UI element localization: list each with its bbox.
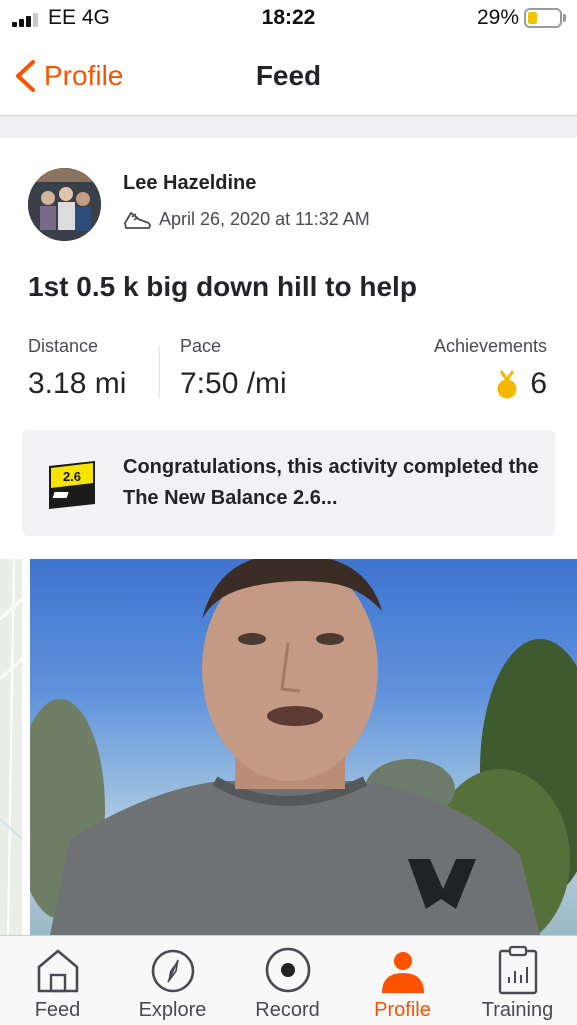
tab-explore-label: Explore: [138, 999, 207, 1021]
tab-feed[interactable]: Feed: [0, 936, 115, 1025]
achievement-banner[interactable]: 2.6 Congratulations, this activity compl…: [22, 430, 555, 536]
compass-icon: [151, 949, 194, 993]
medal-icon: [497, 370, 517, 399]
tab-record[interactable]: Record: [230, 936, 345, 1025]
tab-explore[interactable]: Explore: [115, 936, 230, 1025]
distance-label: Distance: [28, 336, 99, 356]
feed-separator: [0, 116, 577, 138]
map-roads: [0, 559, 22, 935]
training-icon: [498, 945, 537, 995]
tab-profile[interactable]: Profile: [345, 936, 460, 1025]
pace-value: 7:50 /mi: [180, 367, 287, 400]
distance-value: 3.18 mi: [28, 367, 127, 400]
status-bar: EE 4G 18:22 29%: [0, 0, 577, 40]
battery-level: [528, 12, 537, 24]
record-icon: [265, 947, 310, 993]
tab-record-label: Record: [255, 999, 320, 1021]
battery-icon: [524, 8, 562, 28]
challenge-badge-text: 2.6: [63, 469, 81, 484]
stat-divider: [159, 347, 160, 397]
activity-date: April 26, 2020 at 11:32 AM: [159, 209, 370, 229]
home-icon: [37, 949, 78, 993]
achievements-count: 6: [530, 367, 547, 400]
battery-nub: [563, 14, 566, 22]
battery-percent: 29%: [476, 6, 519, 29]
pace-label: Pace: [180, 336, 222, 356]
athlete-name[interactable]: Lee Hazeldine: [123, 172, 256, 195]
activity-photo-image: [30, 559, 577, 935]
profile-icon: [381, 952, 424, 993]
tab-bar: Feed Explore Record Profile Training: [0, 935, 577, 1025]
tab-feed-label: Feed: [34, 999, 81, 1021]
challenge-badge-icon: 2.6: [49, 461, 95, 509]
avatar-photo: [28, 168, 101, 241]
activity-title[interactable]: 1st 0.5 k big down hill to help: [28, 271, 417, 303]
page-title: Feed: [255, 60, 322, 91]
shoe-icon: [124, 212, 151, 229]
tab-training-label: Training: [481, 999, 554, 1021]
route-map-thumbnail[interactable]: [0, 559, 22, 935]
navigation-bar: Profile Feed: [0, 40, 577, 116]
athlete-avatar[interactable]: [28, 168, 101, 241]
achievements-label: Achievements: [433, 336, 547, 356]
activity-photo[interactable]: [30, 559, 577, 935]
tab-training[interactable]: Training: [460, 936, 575, 1025]
achievement-text: Congratulations, this activity completed…: [123, 456, 539, 509]
tab-profile-label: Profile: [374, 999, 431, 1021]
